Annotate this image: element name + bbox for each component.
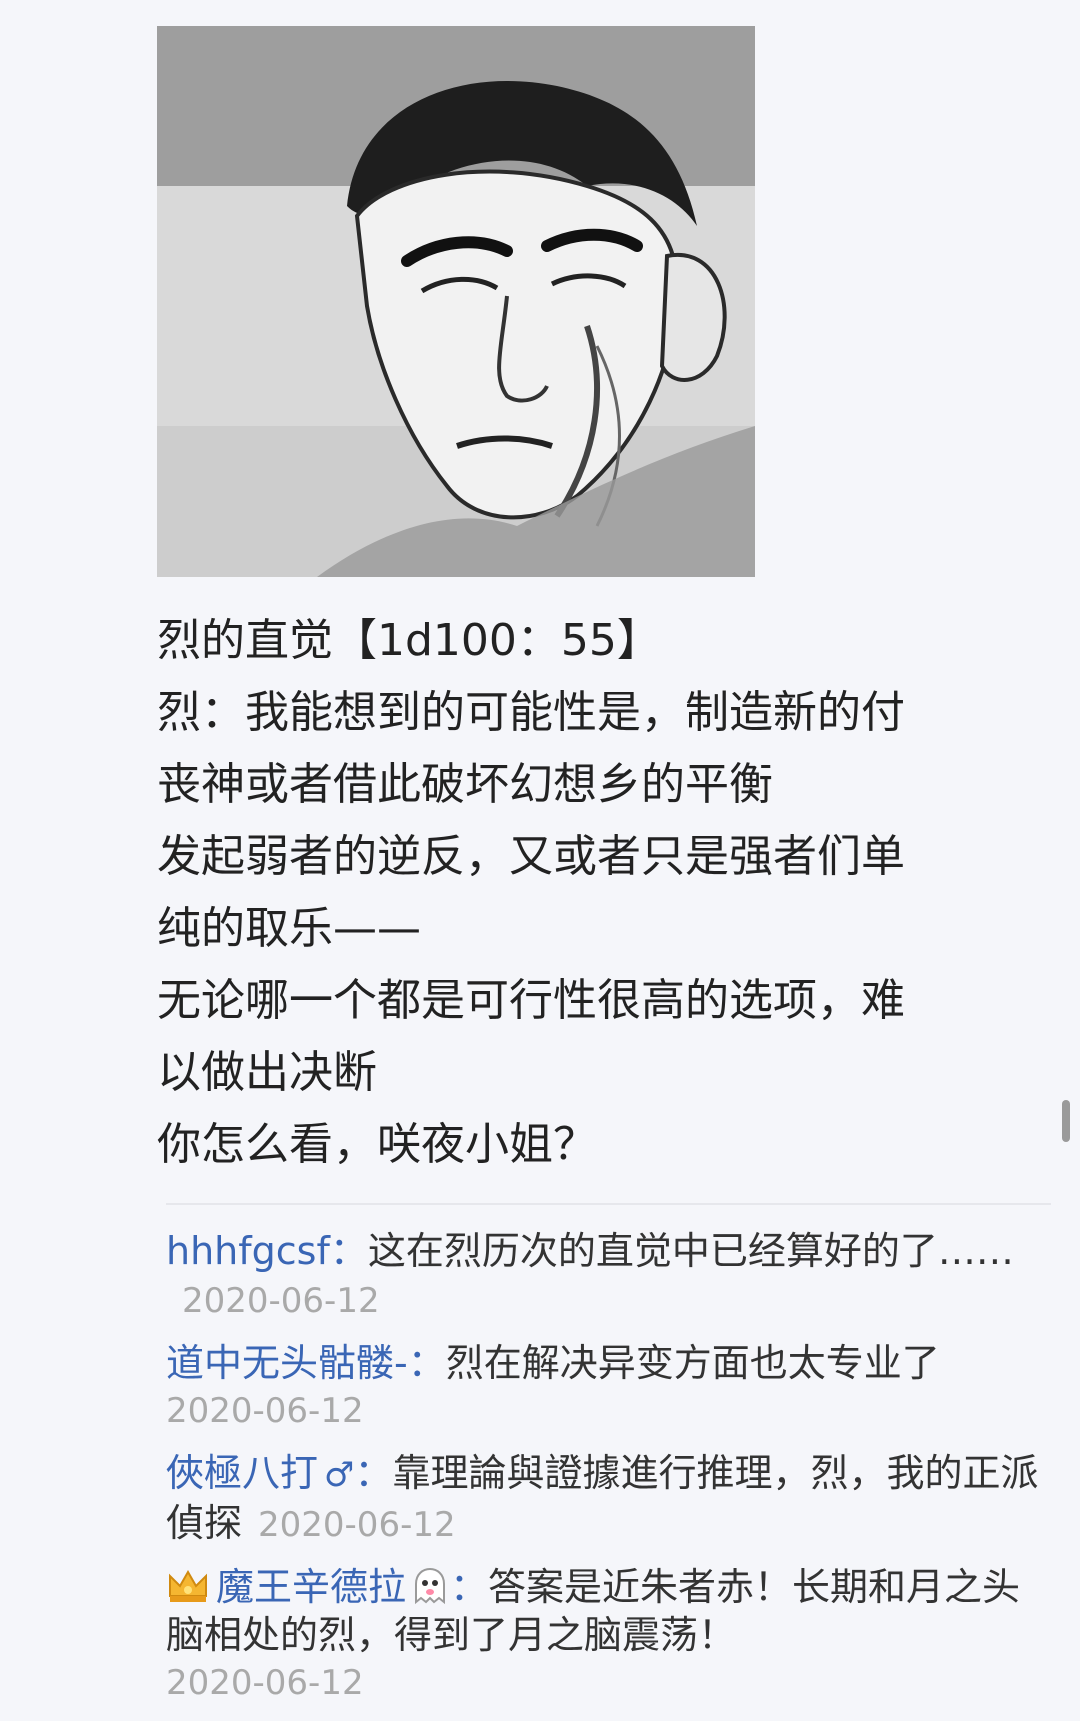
comment-text: 这在烈历次的直觉中已经算好的了…… (367, 1229, 1014, 1273)
comment-separator: ： (329, 1229, 368, 1273)
post-content: 烈的直觉【1d100：55】 烈：我能想到的可能性是，制造新的付 丧神或者借此破… (157, 605, 1037, 1181)
post-line: 发起弱者的逆反，又或者只是强者们单 (157, 831, 905, 882)
comment-date: 2020-06-12 (182, 1281, 380, 1321)
comment-list: hhhfgcsf：这在烈历次的直觉中已经算好的了……2020-06-12 道中无… (166, 1203, 1051, 1721)
male-gender-icon: ♂ (324, 1455, 355, 1495)
scrollbar-thumb[interactable] (1062, 1100, 1070, 1142)
comment-separator: ： (354, 1451, 393, 1495)
post-line: 无论哪一个都是可行性很高的选项，难 (157, 975, 905, 1026)
comment-item[interactable]: 魔王辛德拉 ：答案是近朱者赤！长期和月之头脑相处的烈，得到了月之脑震荡！ 202… (166, 1563, 1051, 1707)
post-line: 你怎么看，咲夜小姐？ (157, 1119, 597, 1170)
comment-author[interactable]: 魔王辛德拉 (216, 1565, 406, 1609)
comment-author[interactable]: hhhfgcsf (166, 1229, 330, 1273)
comment-date: 2020-06-12 (166, 1663, 364, 1703)
comment-separator: ： (450, 1565, 489, 1609)
comment-item[interactable]: 俠極八打 ♂：靠理論與證據進行推理，烈，我的正派偵探 2020-06-12 (166, 1449, 1051, 1549)
post-line: 丧神或者借此破坏幻想乡的平衡 (157, 759, 773, 810)
post-line: 烈的直觉【1d100：55】 (157, 615, 661, 666)
post-image[interactable] (157, 26, 755, 577)
crown-badge-icon (166, 1566, 210, 1606)
comment-item[interactable]: 道中无头骷髅-：烈在解决异变方面也太专业了 2020-06-12 (166, 1339, 1051, 1435)
ghost-emoji-icon (410, 1566, 450, 1606)
comment-author[interactable]: 道中无头骷髅- (166, 1341, 408, 1385)
manga-face-illustration-icon (157, 26, 755, 577)
post-line: 以做出决断 (157, 1047, 377, 1098)
comment-author[interactable]: 俠極八打 (166, 1451, 318, 1495)
comment-separator: ： (407, 1341, 446, 1385)
comment-text: 烈在解决异变方面也太专业了 (445, 1341, 940, 1385)
comment-date: 2020-06-12 (166, 1391, 364, 1431)
comment-date: 2020-06-12 (258, 1505, 456, 1545)
post-line: 纯的取乐—— (157, 903, 421, 954)
comment-item[interactable]: hhhfgcsf：这在烈历次的直觉中已经算好的了…… 2020-06-12 (166, 1227, 1051, 1325)
post-line: 烈：我能想到的可能性是，制造新的付 (157, 687, 905, 738)
